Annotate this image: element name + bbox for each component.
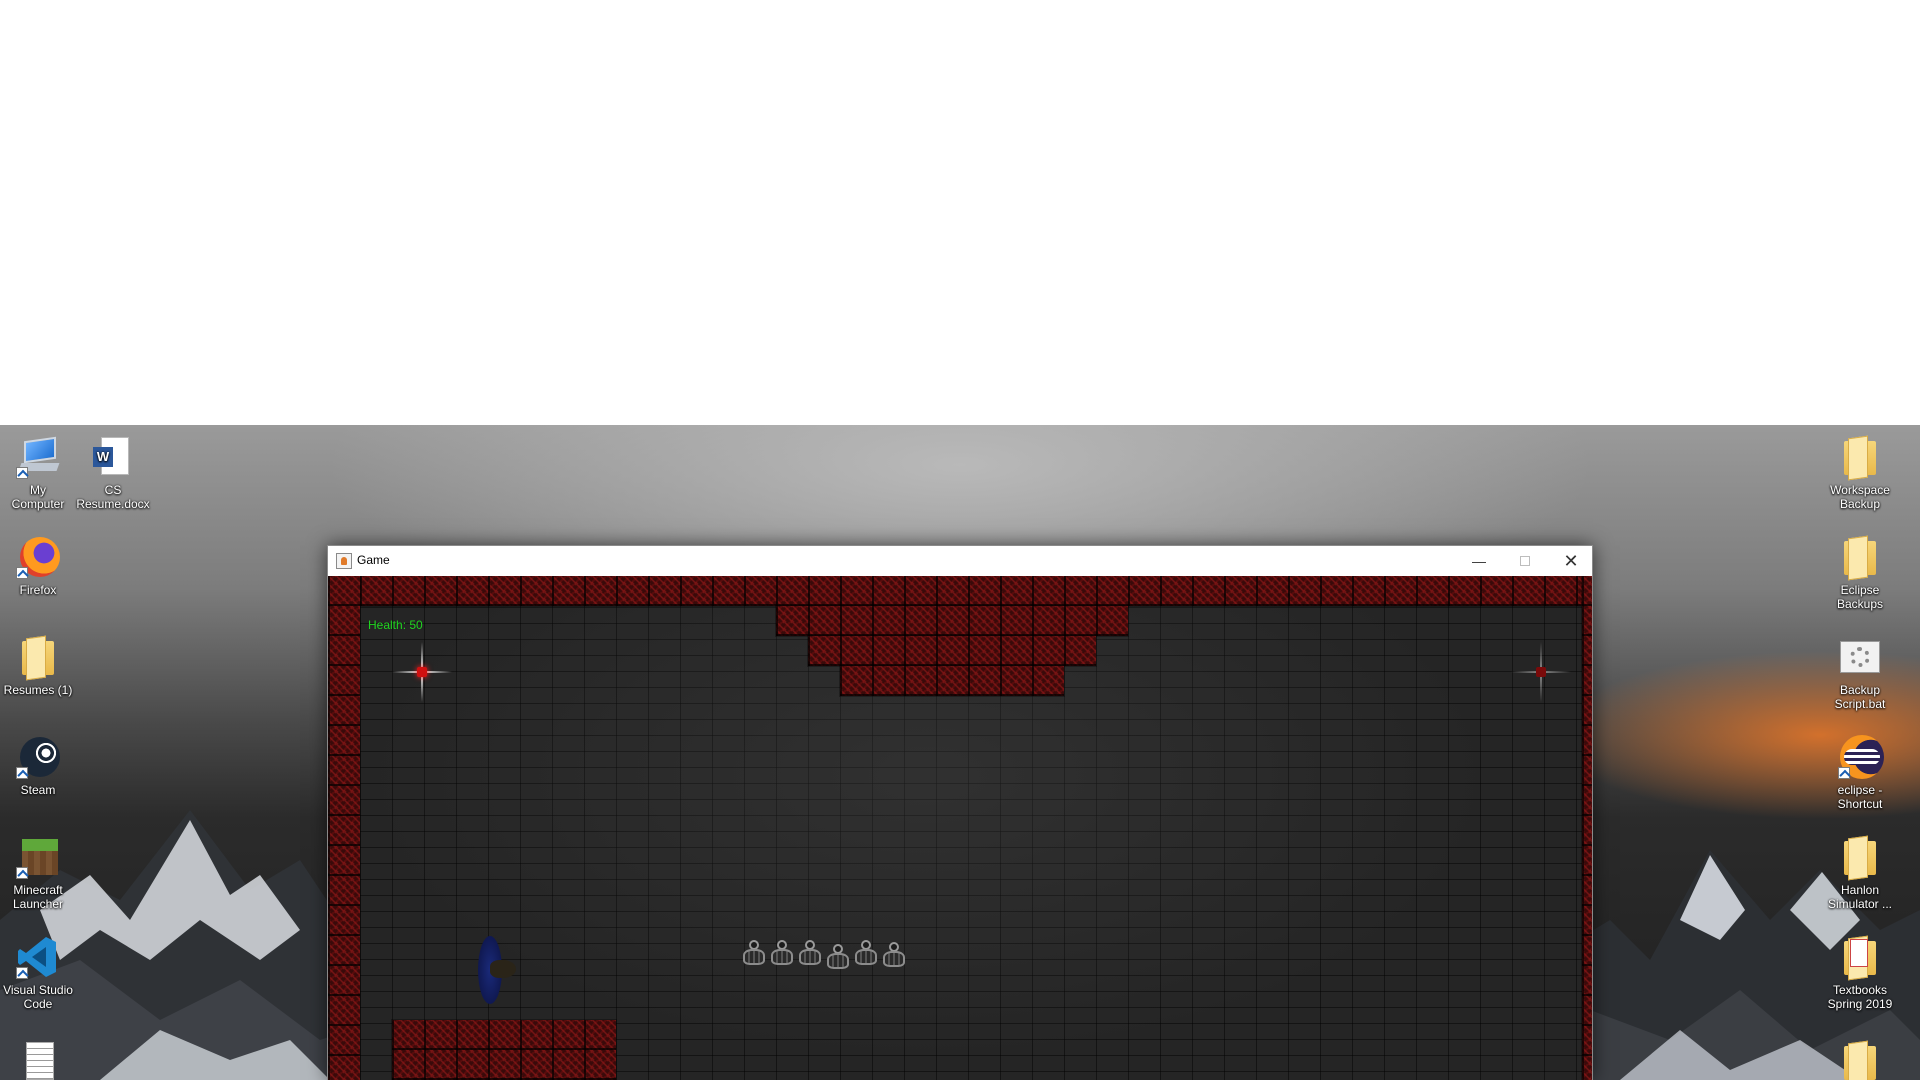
desktop-icon-eclipse-shortcut[interactable]: eclipse - Shortcut [1822, 735, 1898, 811]
game-window[interactable]: Game — ✕ Health: 50 [327, 545, 1593, 1080]
desktop-icon-text-file[interactable] [0, 1040, 76, 1080]
folder-icon [1838, 435, 1882, 479]
desktop-icon-label: Firefox [19, 583, 57, 597]
minecraft-icon [16, 835, 60, 879]
folder-icon [1838, 535, 1882, 579]
folder-icon [16, 635, 60, 679]
desktop-icon-label: Resumes (1) [3, 683, 73, 697]
top-wall [328, 576, 1592, 607]
desktop-icon-label: My Computer [11, 483, 65, 511]
computer-icon [16, 435, 60, 479]
folder-icon [1838, 835, 1882, 879]
enemy [741, 940, 767, 968]
ceiling-block-2 [807, 635, 1097, 667]
desktop-icon-hanlon-simulator[interactable]: Hanlon Simulator ... [1822, 835, 1898, 911]
turret-left [392, 642, 452, 702]
health-display: Health: 50 [368, 618, 423, 632]
enemy [797, 940, 823, 968]
blank-area [0, 0, 1920, 425]
enemy [881, 942, 907, 970]
desktop-icon-backup-script[interactable]: Backup Script.bat [1822, 635, 1898, 711]
floor-block [391, 1019, 617, 1080]
word-document-icon: W [91, 435, 135, 479]
desktop-icon-label: Eclipse Backups [1836, 583, 1884, 611]
minimize-button[interactable]: — [1456, 546, 1502, 576]
desktop-icon-label: Backup Script.bat [1834, 683, 1886, 711]
turret-right [1511, 642, 1571, 702]
java-icon [336, 553, 352, 569]
maximize-icon [1520, 556, 1530, 566]
desktop-icon-cs-resume[interactable]: W CS Resume.docx [75, 435, 151, 511]
desktop-icon-label: CS Resume.docx [76, 483, 150, 511]
desktop-icon-resumes[interactable]: Resumes (1) [0, 635, 76, 697]
window-title: Game [357, 553, 390, 567]
desktop-icon-label: Workspace Backup [1830, 483, 1890, 511]
folder-icon [1838, 1040, 1882, 1080]
desktop-icon-eclipse-backups[interactable]: Eclipse Backups [1822, 535, 1898, 611]
minimize-icon: — [1472, 553, 1486, 569]
ceiling-block-1 [775, 605, 1129, 637]
right-wall [1581, 576, 1592, 1080]
folder-icon [1838, 935, 1882, 979]
desktop-icon-minecraft[interactable]: Minecraft Launcher [0, 835, 76, 911]
vscode-icon [16, 935, 60, 979]
desktop-icon-steam[interactable]: Steam [0, 735, 76, 797]
maximize-button[interactable] [1502, 546, 1548, 576]
desktop-icon-my-computer[interactable]: My Computer [0, 435, 76, 511]
text-file-icon [16, 1040, 60, 1080]
desktop-icon-label: Textbooks Spring 2019 [1827, 983, 1893, 1011]
desktop-icon-firefox[interactable]: Firefox [0, 535, 76, 597]
desktop-icon-workspace-backup[interactable]: Workspace Backup [1822, 435, 1898, 511]
desktop-icon-label: Hanlon Simulator ... [1827, 883, 1893, 911]
close-button[interactable]: ✕ [1548, 546, 1594, 576]
desktop-icon-vscode[interactable]: Visual Studio Code [0, 935, 76, 1011]
enemy [769, 940, 795, 968]
desktop-icon-label: eclipse - Shortcut [1837, 783, 1883, 811]
left-wall [328, 576, 361, 1080]
desktop-icon-label: Steam [20, 783, 56, 797]
ceiling-block-3 [839, 665, 1065, 697]
game-canvas[interactable]: Health: 50 [328, 576, 1592, 1080]
desktop-icon-label: Visual Studio Code [3, 983, 73, 1011]
eclipse-icon [1838, 735, 1884, 779]
close-icon: ✕ [1563, 550, 1579, 571]
enemy [825, 944, 851, 972]
firefox-icon [16, 535, 60, 579]
batch-file-icon [1838, 635, 1882, 679]
desktop-icon-folder[interactable] [1822, 1040, 1898, 1080]
player-character [478, 936, 518, 1004]
desktop-icon-textbooks[interactable]: Textbooks Spring 2019 [1822, 935, 1898, 1011]
desktop-icon-label: Minecraft Launcher [12, 883, 64, 911]
title-bar[interactable]: Game — ✕ [328, 546, 1592, 576]
enemy [853, 940, 879, 968]
steam-icon [16, 735, 60, 779]
